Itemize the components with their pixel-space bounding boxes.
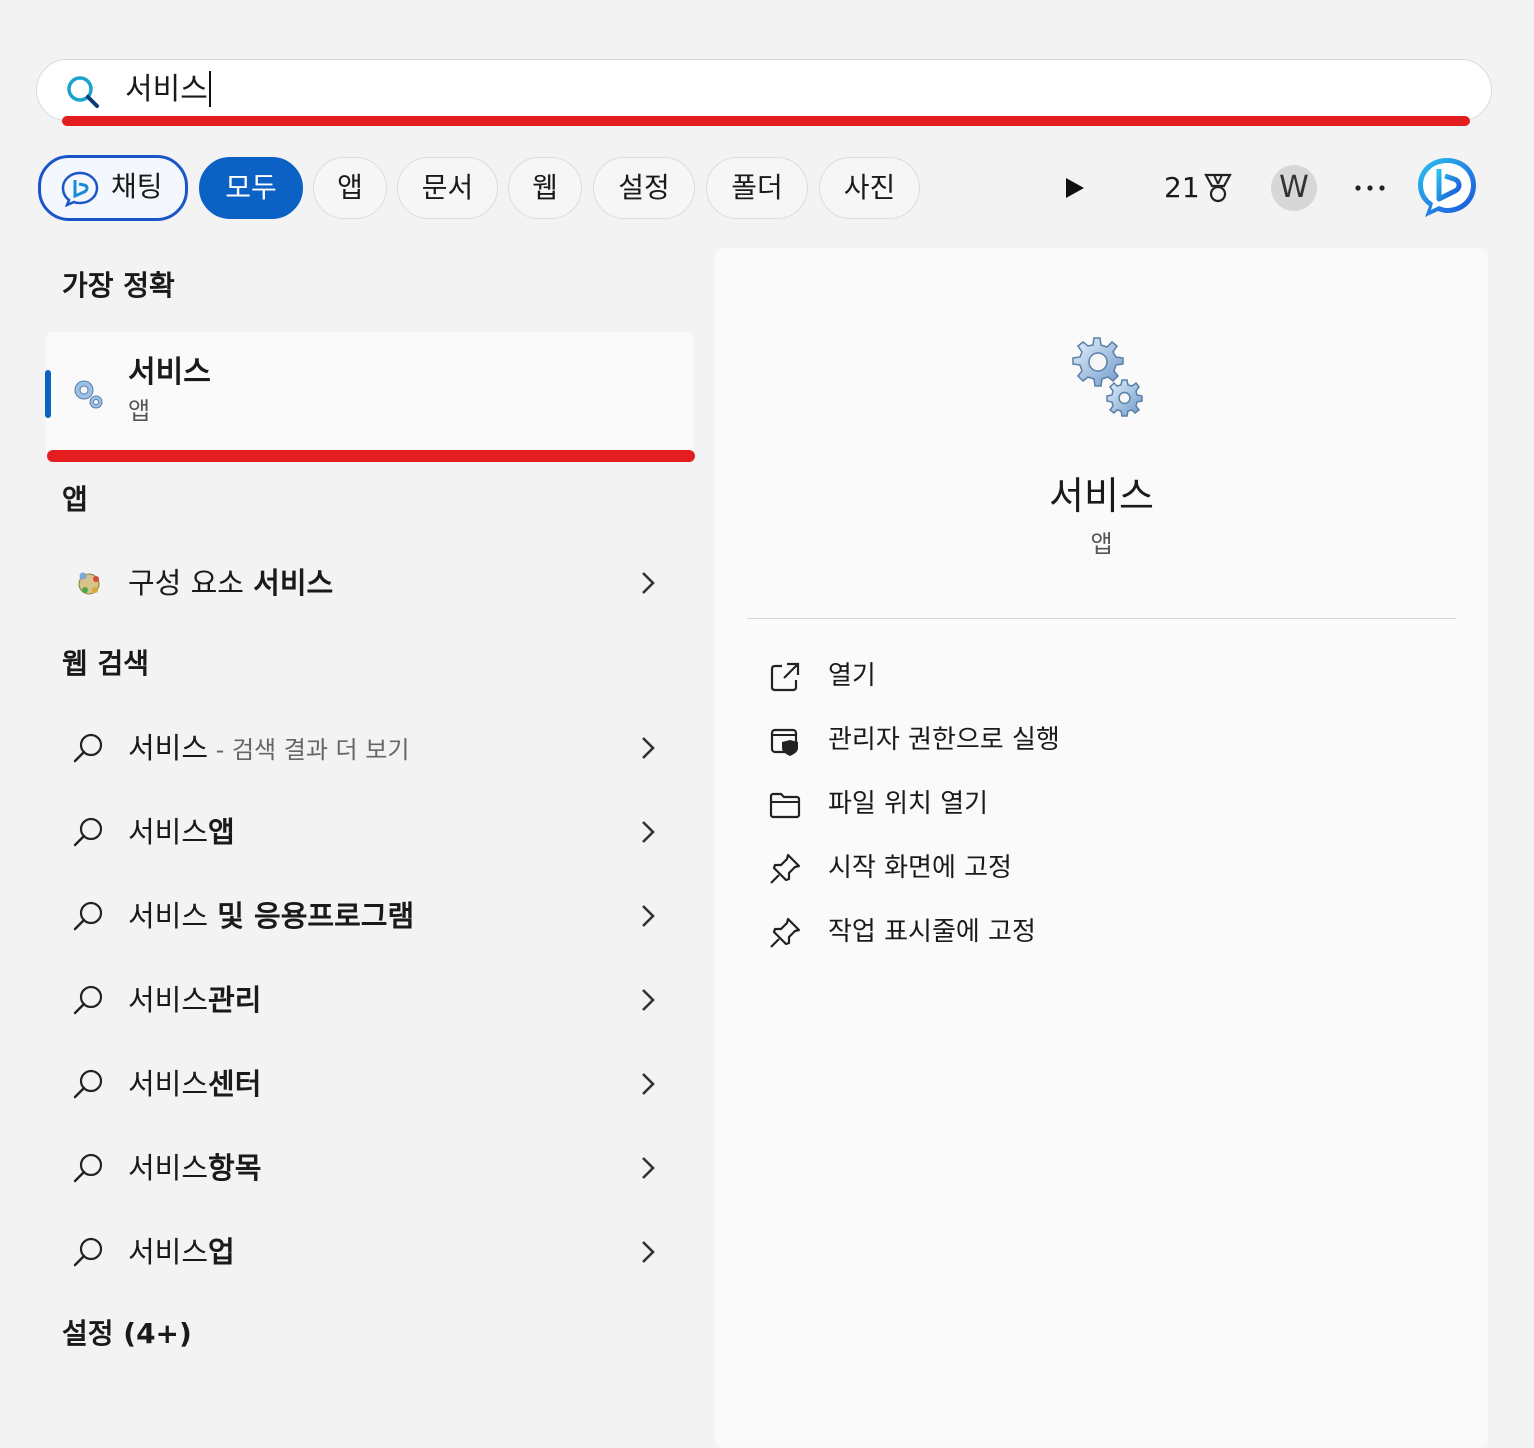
- suggestion-completion: 항목: [208, 1151, 262, 1185]
- bing-chat-icon: [61, 171, 99, 207]
- chat-button[interactable]: 채팅: [38, 155, 188, 221]
- best-match-type: 앱: [128, 397, 151, 425]
- web-search-suggestion[interactable]: 서비스업: [46, 1217, 694, 1287]
- preview-type: 앱: [1090, 530, 1113, 558]
- chevron-right-icon: [642, 572, 655, 594]
- chevron-right-icon: [642, 989, 655, 1011]
- suggestion-query: 서비스: [128, 1067, 209, 1101]
- search-icon: [73, 733, 103, 763]
- search-icon: [67, 76, 99, 108]
- bing-icon[interactable]: [1414, 155, 1480, 221]
- chevron-right-icon: [642, 905, 655, 927]
- suggestion-query: 서비스: [128, 1151, 209, 1185]
- suggestion-hint: - 검색 결과 더 보기: [208, 736, 410, 764]
- services-gear-icon: [1072, 337, 1143, 417]
- best-match-title: 서비스: [128, 355, 211, 390]
- preview-title: 서비스: [1049, 474, 1154, 518]
- action-label: 열기: [828, 661, 876, 691]
- action-label: 관리자 권한으로 실행: [828, 725, 1060, 755]
- selection-indicator: [45, 370, 51, 418]
- chevron-right-icon: [642, 737, 655, 759]
- chevron-right-icon: [642, 1241, 655, 1263]
- action-run-as-admin[interactable]: 관리자 권한으로 실행: [768, 716, 1448, 764]
- search-input[interactable]: 서비스: [125, 70, 211, 110]
- suggestion-completion: 앱: [208, 815, 235, 849]
- search-icon: [73, 1069, 103, 1099]
- component-services-icon: [78, 572, 100, 595]
- text-caret: [208, 70, 211, 107]
- services-gear-icon: [74, 380, 103, 409]
- suggestion-query: 서비스: [128, 731, 209, 765]
- suggestion-completion: 관리: [208, 983, 262, 1017]
- action-open[interactable]: 열기: [768, 652, 1448, 700]
- folder-icon: [769, 792, 801, 819]
- suggestion-completion: 업: [208, 1235, 235, 1269]
- app-result-component-services[interactable]: 구성 요소 서비스: [46, 548, 694, 618]
- search-icon: [73, 901, 103, 931]
- chevron-right-icon: [642, 1157, 655, 1179]
- web-search-suggestion[interactable]: 서비스 및 응용프로그램: [46, 881, 694, 951]
- web-search-heading: 웹 검색: [62, 647, 150, 680]
- action-label: 작업 표시줄에 고정: [828, 917, 1036, 947]
- tab-documents[interactable]: 문서: [397, 157, 498, 219]
- chevron-right-icon: [642, 1073, 655, 1095]
- search-box[interactable]: 서비스: [36, 59, 1492, 121]
- suggestion-query: 서비스: [128, 983, 209, 1017]
- search-icon: [73, 985, 103, 1015]
- best-match-heading: 가장 정확: [62, 269, 175, 302]
- search-icon: [73, 1153, 103, 1183]
- play-icon[interactable]: [1064, 176, 1086, 200]
- open-external-icon: [770, 662, 800, 692]
- tab-all[interactable]: 모두: [199, 157, 303, 219]
- tab-web[interactable]: 웹: [508, 157, 582, 219]
- web-search-suggestion[interactable]: 서비스항목: [46, 1133, 694, 1203]
- result-prefix: 구성 요소: [128, 566, 254, 600]
- chevron-right-icon: [642, 821, 655, 843]
- suggestion-query: 서비스: [128, 815, 209, 849]
- tab-folders[interactable]: 폴더: [706, 157, 808, 219]
- pin-icon: [770, 853, 801, 884]
- admin-shield-icon: [770, 728, 798, 756]
- web-search-suggestion[interactable]: 서비스 - 검색 결과 더 보기: [46, 713, 694, 783]
- web-search-suggestion[interactable]: 서비스앱: [46, 797, 694, 867]
- web-search-suggestion[interactable]: 서비스센터: [46, 1049, 694, 1119]
- tab-photos[interactable]: 사진: [819, 157, 920, 219]
- search-icon: [73, 1237, 103, 1267]
- suggestion-query: 서비스: [128, 899, 218, 933]
- apps-heading: 앱: [62, 483, 88, 516]
- suggestion-query: 서비스: [128, 1235, 209, 1269]
- action-label: 파일 위치 열기: [828, 789, 989, 819]
- highlight-underline: [47, 450, 695, 462]
- more-options-icon[interactable]: [1352, 176, 1388, 200]
- user-avatar[interactable]: W: [1271, 165, 1317, 211]
- rewards-medal-icon[interactable]: [1202, 172, 1234, 204]
- search-icon: [73, 817, 103, 847]
- rewards-points[interactable]: 21: [1164, 168, 1200, 208]
- chat-label: 채팅: [111, 170, 163, 203]
- divider: [747, 618, 1456, 619]
- settings-heading: 설정 (4+): [62, 1317, 192, 1350]
- action-pin-to-start[interactable]: 시작 화면에 고정: [768, 844, 1448, 892]
- suggestion-completion: 센터: [208, 1067, 262, 1101]
- pin-icon: [770, 917, 801, 948]
- result-match: 서비스: [253, 566, 334, 600]
- tab-settings[interactable]: 설정: [593, 157, 695, 219]
- action-open-file-location[interactable]: 파일 위치 열기: [768, 780, 1448, 828]
- tab-apps[interactable]: 앱: [313, 157, 387, 219]
- action-label: 시작 화면에 고정: [828, 853, 1012, 883]
- web-search-suggestion[interactable]: 서비스관리: [46, 965, 694, 1035]
- highlight-underline: [62, 116, 1470, 126]
- action-pin-to-taskbar[interactable]: 작업 표시줄에 고정: [768, 908, 1448, 956]
- suggestion-completion: 및 응용프로그램: [217, 899, 415, 933]
